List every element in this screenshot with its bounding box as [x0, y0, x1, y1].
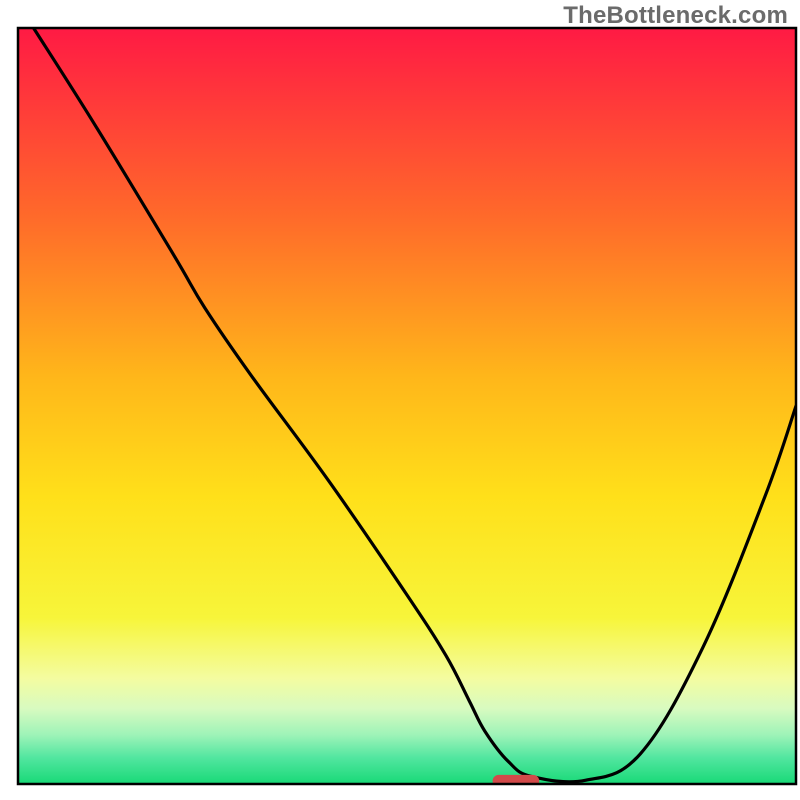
- watermark-text: TheBottleneck.com: [563, 2, 788, 30]
- chart-container: TheBottleneck.com: [0, 0, 800, 800]
- gradient-background: [18, 28, 796, 784]
- bottleneck-chart: [0, 0, 800, 800]
